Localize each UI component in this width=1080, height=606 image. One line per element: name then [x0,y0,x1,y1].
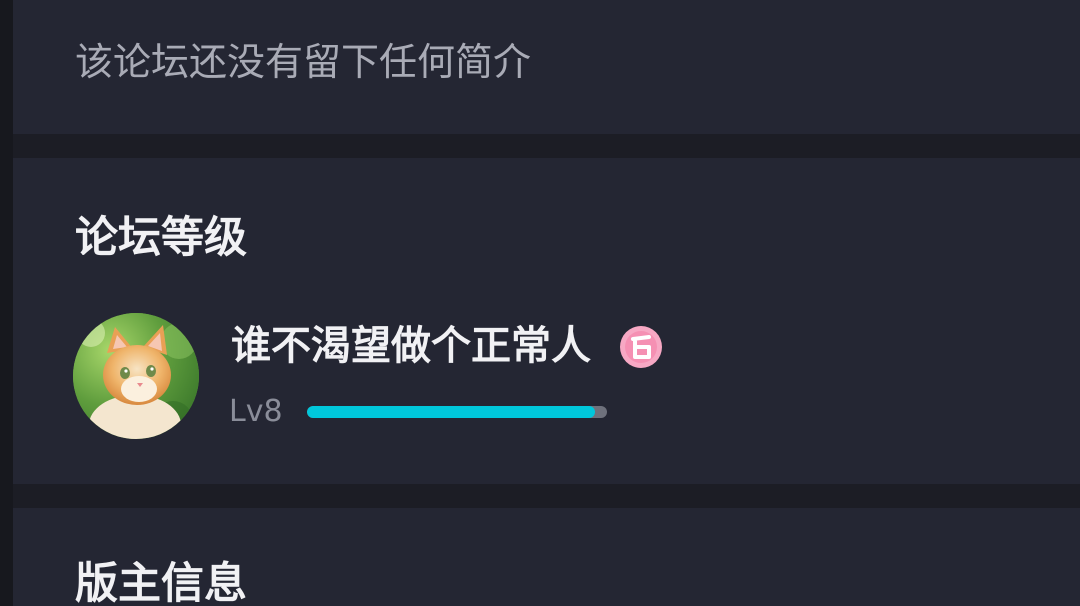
left-edge-strip [0,0,13,606]
level-progress-bar [307,406,607,418]
forum-intro-text: 该论坛还没有留下任何简介 [75,40,532,84]
level-progress-fill [307,406,595,418]
forum-intro-card: 该论坛还没有留下任何简介 [13,0,1080,134]
user-name[interactable]: 谁不渴望做个正常人 [231,321,591,371]
moderator-info-title: 版主信息 [75,559,247,606]
forum-level-title: 论坛等级 [75,213,247,263]
forum-info-page: 该论坛还没有留下任何简介 论坛等级 谁不渴望做个正常人 Lv8 版主信息 [0,0,1080,606]
pink-level-badge-icon [619,325,663,369]
cat-avatar[interactable] [73,313,199,439]
moderator-info-card: 版主信息 [13,508,1080,606]
user-level-label: Lv8 [229,394,283,429]
forum-level-card: 论坛等级 谁不渴望做个正常人 Lv8 [13,158,1080,484]
